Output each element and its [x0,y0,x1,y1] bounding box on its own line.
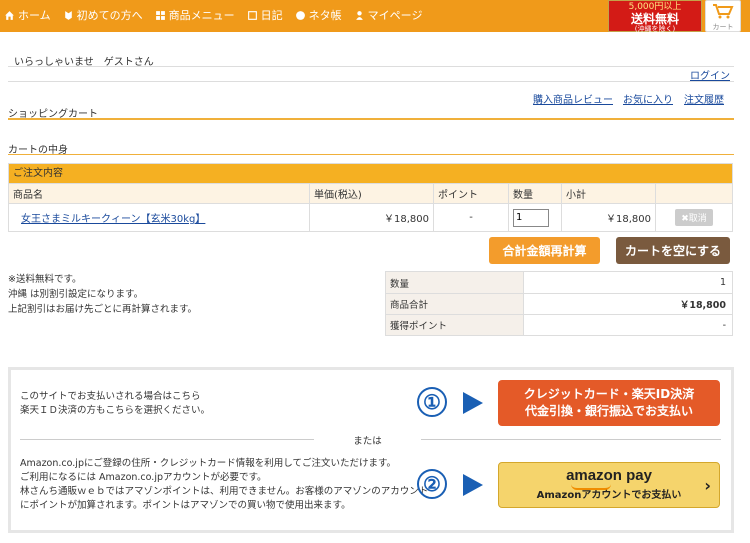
step-one-marker: ① [417,387,447,417]
table-header-row: 商品名 単価(税込) ポイント 数量 小計 [9,183,732,203]
col-header: 数量 [509,184,562,203]
summary-value: - [722,319,726,331]
cart-label: カート [712,23,734,31]
badge-line1: 5,000円以上 [628,2,682,12]
nav-beginner[interactable]: 初めての方へ [63,7,143,23]
or-divider-left [20,439,314,440]
nav-home[interactable]: ホーム [4,7,51,23]
title-underline [8,118,734,120]
badge-line3: (沖縄を除く) [634,25,676,33]
summary-label: 獲得ポイント [386,315,524,335]
amazon-line: ご利用になるには Amazon.co.jpアカウントが必要です。 [20,472,267,483]
amazon-smile-icon [571,484,611,490]
review-link[interactable]: 購入商品レビュー [533,91,613,106]
nav-diary[interactable]: 日記 [247,7,283,23]
arrow-right-icon [463,392,483,414]
note-line: 沖縄 は別割引設定になります。 [8,289,144,300]
intro-line: 楽天ＩＤ決済の方もこちらを選択ください。 [20,405,211,416]
col-header: ポイント [434,184,509,203]
amazon-line: 林さんち通販ｗｅｂではアマゾンポイントは、利用できません。お客様のアマゾンのアカ… [20,486,429,497]
points-cell: - [434,204,509,231]
nav-label: 商品メニュー [168,9,235,22]
login-link[interactable]: ログイン [690,67,730,82]
order-table: ご注文内容 商品名 単価(税込) ポイント 数量 小計 女王さまミルキークィーン… [8,163,733,232]
summary-value: 1 [719,277,726,288]
amazon-pay-logo: amazon pay [566,467,652,484]
nav-label: 日記 [260,9,283,22]
nav-label: ホーム [18,9,51,22]
free-shipping-badge: 5,000円以上 送料無料 (沖縄を除く) [608,0,702,33]
order-history-link[interactable]: 注文履歴 [684,91,724,106]
summary-row: 獲得ポイント - [386,314,732,335]
card-button-line1: クレジットカード・楽天ID決済 [523,387,695,401]
chevron-right-icon: › [704,476,711,495]
col-header: 単価(税込) [310,184,434,203]
col-header: 小計 [562,184,656,203]
step-two-marker: ② [417,469,447,499]
summary-label: 数量 [386,272,524,293]
note-line: ※送料無料です。 [8,274,82,285]
person-icon [355,10,363,20]
price-cell: ￥18,800 [310,204,434,231]
remove-item-button[interactable]: ✖取消 [675,209,713,226]
summary-row: 数量 1 [386,272,732,293]
payment-intro: このサイトでお支払いされる場合はこちら 楽天ＩＤ決済の方もこちらを選択ください。 [20,390,210,418]
nav-label: ネタ帳 [308,9,342,22]
order-table-caption: ご注文内容 [9,164,732,183]
payment-section: このサイトでお支払いされる場合はこちら 楽天ＩＤ決済の方もこちらを選択ください。… [8,367,734,533]
product-link[interactable]: 女王さまミルキークィーン【玄米30kg】 [21,210,205,225]
product-name-cell: 女王さまミルキークィーン【玄米30kg】 [9,204,310,231]
amazon-line: Amazon.co.jpにご登録の住所・クレジットカード情報を利用してご注文いた… [20,458,397,469]
book-icon [247,10,257,20]
cart-button[interactable]: カート [705,0,741,32]
nav-products[interactable]: 商品メニュー [155,7,235,23]
arrow-right-icon [463,474,483,496]
note-line: 上記割引はお届け先ごとに再計算されます。 [8,304,198,315]
card-button-line2: 代金引換・銀行振込でお支払い [524,404,693,418]
main-nav: ホーム 初めての方へ 商品メニュー 日記 ネタ帳 マイページ [4,7,422,23]
col-header [656,184,732,203]
quantity-input[interactable] [513,208,549,227]
divider [8,81,734,82]
table-row: 女王さまミルキークィーン【玄米30kg】 ￥18,800 - ￥18,800 ✖… [9,203,732,231]
amazon-pay-description: Amazon.co.jpにご登録の住所・クレジットカード情報を利用してご注文いた… [20,457,428,513]
badge-line2: 送料無料 [630,12,679,26]
delete-cell: ✖取消 [656,204,732,231]
nav-mypage[interactable]: マイページ [354,7,423,23]
subtotal-cell: ￥18,800 [562,204,656,231]
summary-label: 商品合計 [386,294,524,314]
shipping-notes: ※送料無料です。 沖縄 は別割引設定になります。 上記割引はお届け先ごとに再計算… [8,272,197,317]
amazon-pay-button[interactable]: amazon pay Amazonアカウントでお支払い › [498,462,720,508]
cart-icon [713,4,734,19]
or-label: または [353,436,382,447]
section-underline [8,154,734,155]
home-icon [5,10,14,20]
intro-line: このサイトでお支払いされる場合はこちら [20,391,201,402]
nav-notes[interactable]: ネタ帳 [295,7,342,23]
top-nav-bar: ホーム 初めての方へ 商品メニュー 日記 ネタ帳 マイページ 5,000円以上 … [0,0,750,33]
or-divider-right [421,439,721,440]
nav-label: 初めての方へ [76,9,143,22]
beginner-mark-icon [64,10,72,20]
order-summary: 数量 1 商品合計 ￥18,800 獲得ポイント - [385,271,733,336]
col-header: 商品名 [9,184,310,203]
recalculate-button[interactable]: 合計金額再計算 [489,237,600,264]
nav-label: マイページ [367,9,423,22]
empty-cart-button[interactable]: カートを空にする [616,237,730,264]
card-payment-button[interactable]: クレジットカード・楽天ID決済 代金引換・銀行振込でお支払い [498,380,720,426]
favorites-link[interactable]: お気に入り [623,91,673,106]
summary-value: ￥18,800 [679,300,726,311]
menu-grid-icon [155,10,165,20]
summary-row: 商品合計 ￥18,800 [386,293,732,314]
qty-cell [509,204,562,231]
divider [8,66,734,67]
amazon-line: にポイントが加算されます。ポイントはアマゾンでの買い物で使用出来ます。 [20,500,351,511]
note-circle-icon [295,10,305,20]
